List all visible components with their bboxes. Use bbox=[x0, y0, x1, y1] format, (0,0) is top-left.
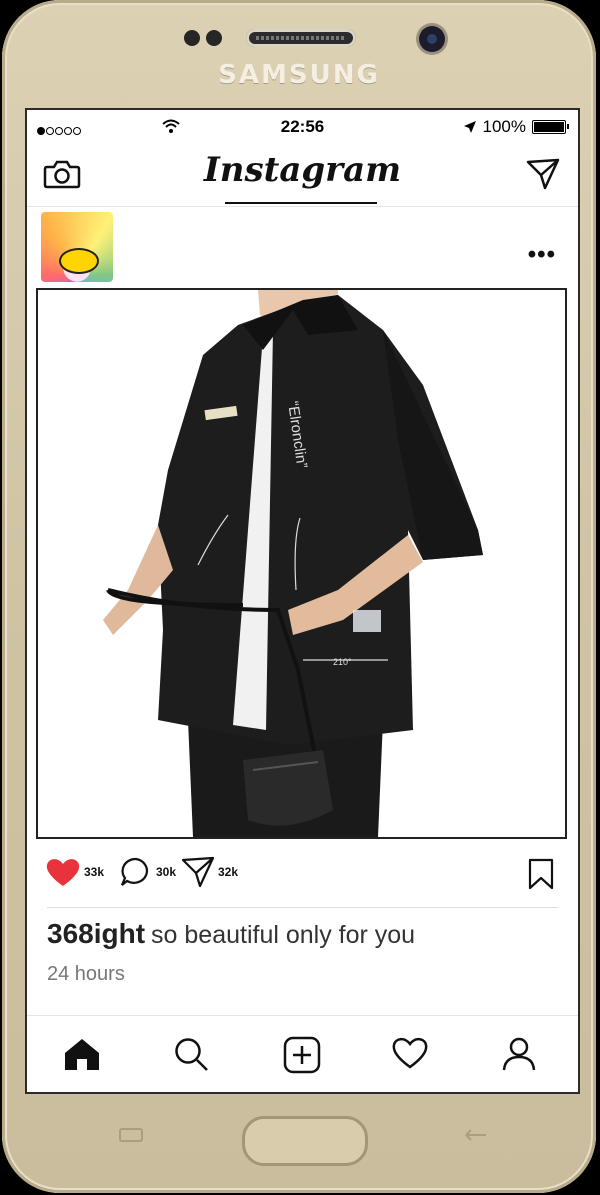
heart-icon[interactable] bbox=[391, 1036, 429, 1070]
home-icon[interactable] bbox=[63, 1036, 101, 1072]
post-image[interactable]: “Elronclin” 210° bbox=[36, 288, 567, 839]
caption-username[interactable]: 368ight bbox=[47, 918, 145, 949]
caption-text: so beautiful only for you bbox=[151, 921, 416, 949]
like-count: 33k bbox=[84, 865, 105, 879]
recent-apps-icon[interactable] bbox=[117, 1126, 147, 1144]
avatar-sticker bbox=[59, 248, 99, 274]
logo-underline bbox=[225, 202, 377, 204]
profile-icon[interactable] bbox=[501, 1036, 537, 1072]
bottom-navigation bbox=[27, 1015, 578, 1092]
shirt-photo: “Elronclin” 210° bbox=[38, 290, 565, 837]
device-brand: SAMSUNG bbox=[218, 60, 380, 90]
add-icon[interactable] bbox=[283, 1036, 321, 1074]
battery-icon bbox=[532, 120, 569, 134]
profile-avatar[interactable] bbox=[41, 212, 113, 282]
divider bbox=[47, 907, 558, 908]
post-timestamp: 24 hours bbox=[47, 963, 125, 985]
app-logo: Instagram bbox=[203, 150, 402, 190]
comment-icon[interactable] bbox=[119, 856, 153, 888]
comment-count: 30k bbox=[156, 865, 177, 879]
back-icon[interactable] bbox=[460, 1126, 490, 1144]
share-action[interactable]: 32k bbox=[181, 856, 238, 888]
post-actions: 33k 30k 32k bbox=[41, 856, 564, 892]
earpiece-speaker bbox=[246, 29, 356, 47]
direct-message-icon[interactable] bbox=[526, 158, 560, 190]
front-camera bbox=[419, 26, 445, 52]
search-icon[interactable] bbox=[173, 1036, 209, 1072]
app-screen: 22:56 100% Instagram ••• “Elronclin” 210… bbox=[25, 108, 580, 1094]
home-button[interactable] bbox=[242, 1116, 368, 1166]
shirt-measure-text: 210° bbox=[333, 657, 352, 667]
app-header: Instagram bbox=[27, 144, 578, 207]
battery-percent: 100% bbox=[482, 117, 526, 136]
more-options-icon[interactable]: ••• bbox=[528, 243, 556, 267]
share-icon[interactable] bbox=[181, 856, 215, 888]
location-arrow-icon bbox=[463, 121, 476, 133]
post-caption: 368ight so beautiful only for you bbox=[47, 918, 415, 950]
heart-filled-icon[interactable] bbox=[45, 856, 81, 888]
like-action[interactable]: 33k bbox=[45, 856, 104, 888]
sensor-dots bbox=[184, 30, 230, 50]
comment-action[interactable]: 30k bbox=[119, 856, 176, 888]
status-bar: 22:56 100% bbox=[27, 110, 578, 144]
share-count: 32k bbox=[218, 865, 239, 879]
bookmark-icon[interactable] bbox=[528, 858, 554, 890]
